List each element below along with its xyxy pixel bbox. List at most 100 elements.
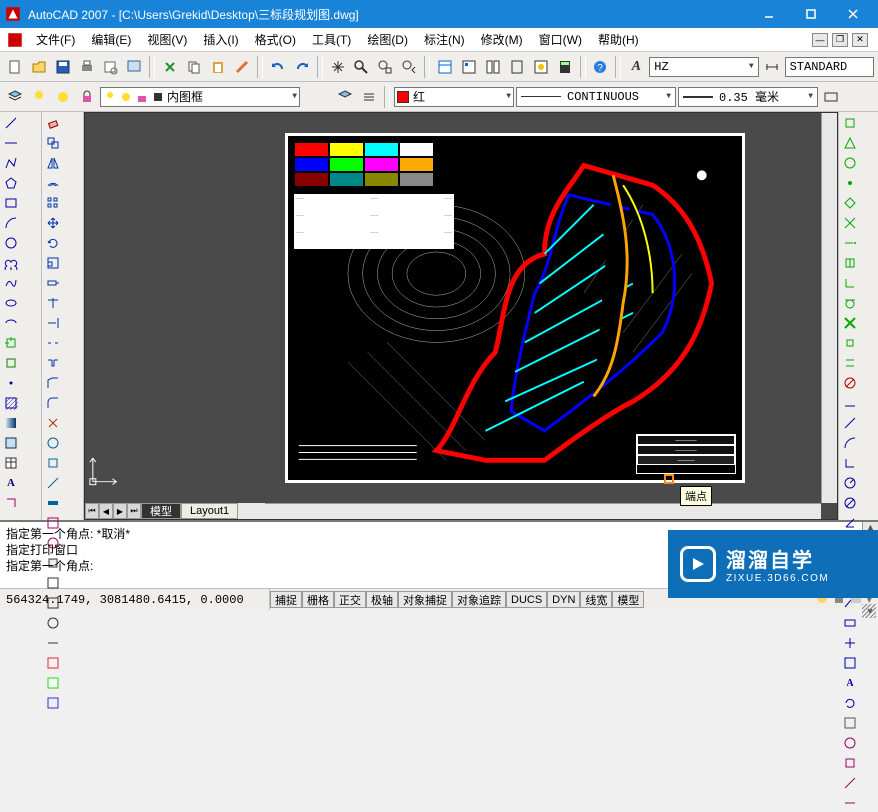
extra-r2[interactable] [841,754,859,772]
resize-grip[interactable] [862,604,876,618]
menu-file[interactable]: 文件(F) [28,29,83,50]
paste-icon[interactable] [207,56,229,78]
hatch-tool[interactable] [2,394,20,412]
osnap-ins-icon[interactable] [841,254,859,272]
zoom-win-icon[interactable] [374,56,396,78]
offset-tool[interactable] [44,174,62,192]
rotate-tool[interactable] [44,234,62,252]
layer-states-icon[interactable] [358,86,380,108]
extra1-tool[interactable] [44,434,62,452]
status-snap[interactable]: 捕捉 [270,591,302,608]
osnap-int-icon[interactable] [841,214,859,232]
open-icon[interactable] [28,56,50,78]
lineweight-selector[interactable]: 0.35 毫米 ▼ [678,87,818,107]
publish-icon[interactable] [123,56,145,78]
extra11-tool[interactable] [44,634,62,652]
table-tool[interactable] [2,454,20,472]
zoom-rt-icon[interactable] [351,56,373,78]
layer-selector[interactable]: 内图框 ▼ [100,87,300,107]
matchprop-icon[interactable] [231,56,253,78]
revcloud-tool[interactable] [2,254,20,272]
menu-dim[interactable]: 标注(N) [416,29,473,50]
menu-tools[interactable]: 工具(T) [304,29,359,50]
copy-icon[interactable] [183,56,205,78]
tab-last[interactable]: ⏭ [127,503,141,519]
layer-prev-icon[interactable] [334,86,356,108]
mirror-tool[interactable] [44,154,62,172]
zoom-prev-icon[interactable] [398,56,420,78]
point-tool[interactable] [2,374,20,392]
chamfer-tool[interactable] [44,374,62,392]
arc-tool[interactable] [2,214,20,232]
move-tool[interactable] [44,214,62,232]
dim-style-icon[interactable] [841,714,859,732]
extra14-tool[interactable] [44,694,62,712]
mdi-minimize[interactable]: — [812,33,828,47]
mdi-restore[interactable]: ❐ [832,33,848,47]
status-osnap[interactable]: 对象捕捉 [398,591,452,608]
extra-r4[interactable] [841,794,859,812]
osnap-near-icon[interactable] [841,314,859,332]
extra-r1[interactable] [841,734,859,752]
menu-modify[interactable]: 修改(M) [473,29,531,50]
ellarc-tool[interactable] [2,314,20,332]
tab-model[interactable]: 模型 [141,503,181,519]
osnap-par-icon[interactable] [841,354,859,372]
osnap-none-icon[interactable] [841,374,859,392]
join-tool[interactable] [44,354,62,372]
model-canvas[interactable]: ············ ············ ············ ─… [85,113,821,503]
array-tool[interactable] [44,194,62,212]
trim-tool[interactable] [44,294,62,312]
dim-arc-icon[interactable] [841,434,859,452]
help-icon[interactable]: ? [590,56,612,78]
status-polar[interactable]: 极轴 [366,591,398,608]
mtext-tool[interactable]: A [2,474,20,492]
osnap-node-icon[interactable] [841,174,859,192]
status-otrack[interactable]: 对象追踪 [452,591,506,608]
menu-edit[interactable]: 编辑(E) [83,29,139,50]
dim-tedit-icon[interactable]: A [841,674,859,692]
dim-lin-icon[interactable] [841,394,859,412]
dim-dia-icon[interactable] [841,494,859,512]
dim-cen-icon[interactable] [841,634,859,652]
extra10-tool[interactable] [44,614,62,632]
extra4-tool[interactable] [44,494,62,512]
block-tool[interactable] [2,354,20,372]
layer-mgr-icon[interactable] [4,86,26,108]
calc-icon[interactable] [554,56,576,78]
gradient-tool[interactable] [2,414,20,432]
copy-tool[interactable] [44,134,62,152]
polygon-tool[interactable] [2,174,20,192]
rect-tool[interactable] [2,194,20,212]
color-selector[interactable]: 红 ▼ [394,87,514,107]
layer-freeze-icon[interactable] [52,86,74,108]
coords-display[interactable]: 564324.1749, 3081480.6415, 0.0000 [0,589,270,610]
dim-icon[interactable] [761,56,783,78]
maximize-button[interactable] [790,0,832,28]
dim-alg-icon[interactable] [841,414,859,432]
dimstyle-selector[interactable]: STANDARD [785,57,875,77]
menu-format[interactable]: 格式(O) [247,29,304,50]
osnap-perp-icon[interactable] [841,274,859,292]
tab-prev[interactable]: ◀ [99,503,113,519]
dim-ord-icon[interactable] [841,454,859,472]
dcenter-icon[interactable] [458,56,480,78]
linetype-selector[interactable]: CONTINUOUS ▼ [516,87,676,107]
osnap-end-icon[interactable] [841,114,859,132]
break-tool[interactable] [44,334,62,352]
stretch-tool[interactable] [44,274,62,292]
vertical-scrollbar[interactable] [821,113,837,503]
extra12-tool[interactable] [44,654,62,672]
status-lwt[interactable]: 线宽 [580,591,612,608]
tab-layout1[interactable]: Layout1 [181,503,238,519]
menu-help[interactable]: 帮助(H) [590,29,647,50]
extra-r3[interactable] [841,774,859,792]
tab-first[interactable]: ⏮ [85,503,99,519]
tab-next[interactable]: ▶ [113,503,127,519]
menu-view[interactable]: 视图(V) [139,29,195,50]
osnap-mid-icon[interactable] [841,134,859,152]
props-icon[interactable] [434,56,456,78]
layer-bulb-icon[interactable] [28,86,50,108]
ellipse-tool[interactable] [2,294,20,312]
extra3-tool[interactable] [44,474,62,492]
